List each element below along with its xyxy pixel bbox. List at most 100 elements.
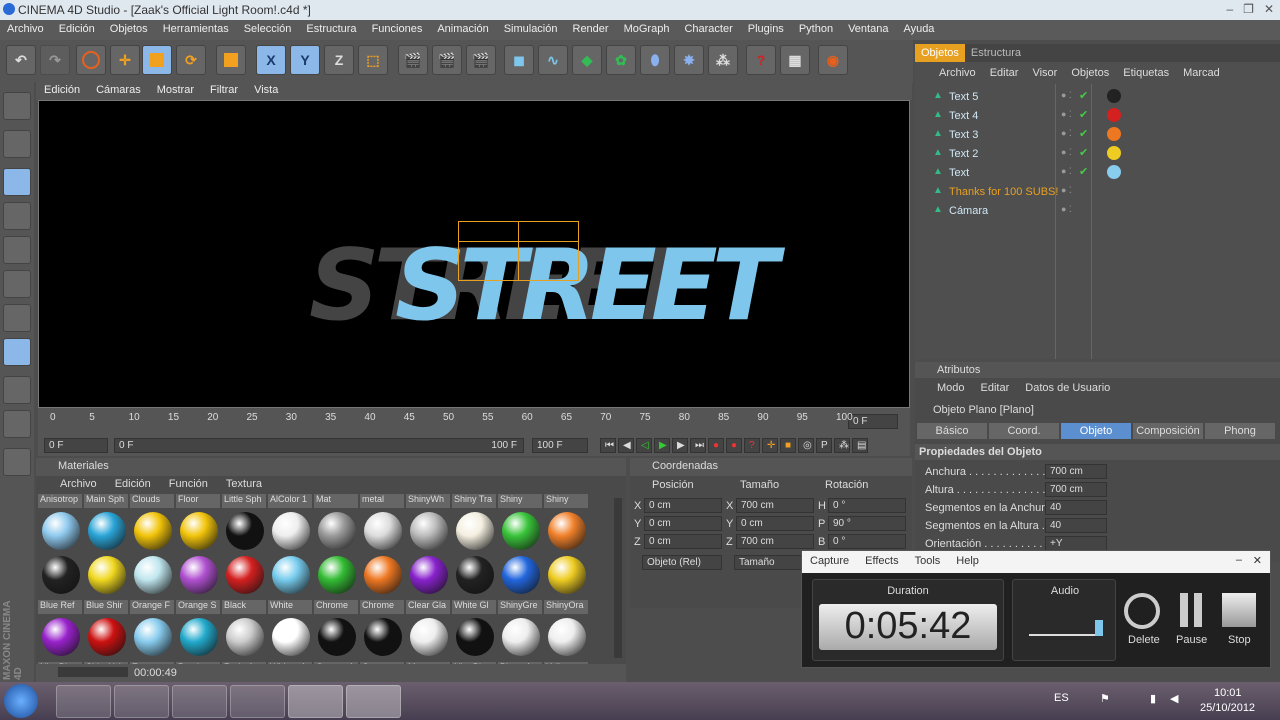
pause-icon[interactable] xyxy=(1194,593,1202,627)
recorder-menu-item[interactable]: Capture xyxy=(802,551,857,573)
material-swatch[interactable]: Shiny Tra xyxy=(452,494,496,552)
viewport-menu-item[interactable]: Cámaras xyxy=(88,82,149,100)
start-button[interactable] xyxy=(4,684,38,718)
visibility-dots[interactable]: ● ⁚ xyxy=(1061,166,1072,177)
stop-icon[interactable] xyxy=(1222,593,1256,627)
chrome-taskbar-icon[interactable] xyxy=(172,685,227,718)
help-button[interactable]: ? xyxy=(746,45,776,75)
menu-item[interactable]: Funciones xyxy=(365,20,431,40)
end-frame-field[interactable]: 0 F xyxy=(848,414,898,429)
menu-item[interactable]: Character xyxy=(677,20,740,40)
property-field[interactable]: 700 cm xyxy=(1045,482,1107,497)
quantize-button[interactable] xyxy=(3,410,31,438)
menu-item[interactable]: Selección xyxy=(237,20,300,40)
key-param-button[interactable]: P xyxy=(816,438,832,453)
object-row[interactable]: ▲ Cámara ● ⁚ xyxy=(921,202,1269,220)
visibility-dots[interactable]: ● ⁚ xyxy=(1061,128,1072,139)
object-row[interactable]: ▲ Text 3 ● ⁚ ✔ xyxy=(921,126,1269,144)
object-mode-button[interactable] xyxy=(3,168,31,196)
edges-mode-button[interactable] xyxy=(3,270,31,298)
menu-item[interactable]: Animación xyxy=(430,20,496,40)
material-swatch[interactable]: Chrome xyxy=(314,556,358,614)
go-end-button[interactable]: ⏭ xyxy=(690,438,706,453)
object-row[interactable]: ▲ Text 5 ● ⁚ ✔ xyxy=(921,88,1269,106)
material-swatch[interactable]: ShinyGre xyxy=(498,556,542,614)
deformer-button[interactable]: ⬮ xyxy=(640,45,670,75)
attributes-menu-item[interactable]: Datos de Usuario xyxy=(1017,379,1118,397)
render-region-button[interactable]: 🎬 xyxy=(432,45,462,75)
material-swatch[interactable]: Orange S xyxy=(176,556,220,614)
materials-menu-item[interactable]: Edición xyxy=(107,476,161,494)
recorder-menu-item[interactable]: Tools xyxy=(907,551,949,573)
stop-label[interactable]: Stop xyxy=(1228,634,1251,646)
play-button[interactable]: ▶ xyxy=(654,438,670,453)
menu-item[interactable]: Objetos xyxy=(103,20,156,40)
object-row[interactable]: ▲ Text 2 ● ⁚ ✔ xyxy=(921,145,1269,163)
material-swatch[interactable]: White Gl xyxy=(452,556,496,614)
property-field[interactable]: 700 cm xyxy=(1045,464,1107,479)
visibility-dots[interactable]: ● ⁚ xyxy=(1061,147,1072,158)
attributes-tab[interactable]: Objeto xyxy=(1061,423,1131,439)
network-icon[interactable]: ▮ xyxy=(1150,692,1156,705)
viewport-menu-item[interactable]: Mostrar xyxy=(149,82,202,100)
recorder-minimize-button[interactable]: ‒ xyxy=(1236,554,1242,566)
max-frame-field[interactable]: 100 F xyxy=(532,438,588,453)
materials-menu-item[interactable]: Archivo xyxy=(36,476,107,494)
pause-icon[interactable] xyxy=(1180,593,1188,627)
material-swatch[interactable]: Shiny xyxy=(498,494,542,552)
material-swatch[interactable]: Clouds xyxy=(130,494,174,552)
size-field[interactable]: 700 cm xyxy=(736,534,814,549)
menu-item[interactable]: Estructura xyxy=(299,20,364,40)
material-swatch[interactable]: White xyxy=(268,556,312,614)
coordinate-system-button[interactable]: ⬚ xyxy=(358,45,388,75)
enable-check-icon[interactable]: ✔ xyxy=(1079,108,1088,121)
visibility-dots[interactable]: ● ⁚ xyxy=(1061,90,1072,101)
timeline-options-button[interactable]: ▤ xyxy=(852,438,868,453)
viewport[interactable]: STREET STREET xyxy=(38,100,910,408)
pause-label[interactable]: Pause xyxy=(1176,634,1207,646)
enable-check-icon[interactable]: ✔ xyxy=(1079,127,1088,140)
spline-button[interactable]: ∿ xyxy=(538,45,568,75)
go-start-button[interactable]: ⏮ xyxy=(600,438,616,453)
close-button[interactable]: ✕ xyxy=(1264,2,1274,16)
material-swatch[interactable]: Anisotrop xyxy=(38,494,82,552)
menu-item[interactable]: Render xyxy=(566,20,617,40)
polygons-mode-button[interactable] xyxy=(3,304,31,332)
audio-slider-handle[interactable] xyxy=(1095,620,1103,636)
layout-button[interactable]: ▦ xyxy=(780,45,810,75)
key-position-button[interactable]: ✛ xyxy=(762,438,778,453)
scale-tool-button[interactable] xyxy=(142,45,172,75)
delete-icon[interactable] xyxy=(1124,593,1160,629)
camtasia-taskbar-icon[interactable] xyxy=(288,685,343,718)
material-swatch[interactable]: ShinyOra xyxy=(544,556,588,614)
play-back-button[interactable]: ◁ xyxy=(636,438,652,453)
attributes-tab[interactable]: Básico xyxy=(917,423,987,439)
objects-menu-item[interactable]: Etiquetas xyxy=(1116,64,1176,82)
attributes-tab[interactable]: Coord. xyxy=(989,423,1059,439)
rotation-field[interactable]: 0 ° xyxy=(828,498,906,513)
objects-tab[interactable]: Objetos xyxy=(915,44,965,62)
recorder-close-button[interactable]: ✕ xyxy=(1253,554,1262,567)
size-mode-dropdown[interactable]: Tamaño xyxy=(734,555,804,570)
axis-x-toggle[interactable]: X xyxy=(256,45,286,75)
materials-menu-item[interactable]: Textura xyxy=(218,476,272,494)
keyframe-selection-button[interactable]: ? xyxy=(744,438,760,453)
nurbs-button[interactable]: ◆ xyxy=(572,45,602,75)
prev-frame-button[interactable]: ◀ xyxy=(618,438,634,453)
menu-item[interactable]: MoGraph xyxy=(617,20,678,40)
objects-menu-item[interactable]: Objetos xyxy=(1064,64,1116,82)
material-swatch[interactable]: metal xyxy=(360,494,404,552)
rotate-tool-button[interactable]: ⟳ xyxy=(176,45,206,75)
material-swatch[interactable]: Blue Shir xyxy=(84,556,128,614)
redo-button[interactable]: ↷ xyxy=(40,45,70,75)
material-swatch[interactable]: Blue Ref xyxy=(38,556,82,614)
texture-mode-button[interactable] xyxy=(3,202,31,230)
recorder-menu-item[interactable]: Help xyxy=(948,551,987,573)
environment-button[interactable]: ⁂ xyxy=(708,45,738,75)
material-swatch[interactable]: AlColor 1 xyxy=(268,494,312,552)
key-rotation-button[interactable]: ◎ xyxy=(798,438,814,453)
render-view-button[interactable]: 🎬 xyxy=(398,45,428,75)
position-field[interactable]: 0 cm xyxy=(644,498,722,513)
audio-slider[interactable] xyxy=(1029,634,1101,636)
material-swatch[interactable]: Little Sph xyxy=(222,494,266,552)
